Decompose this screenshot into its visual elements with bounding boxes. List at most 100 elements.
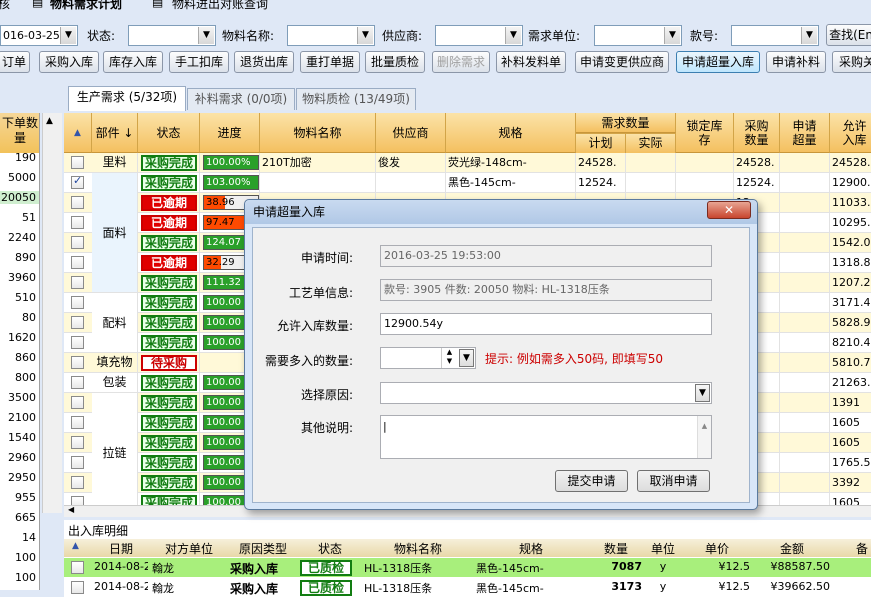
- chevron-down-icon[interactable]: ▼: [695, 384, 710, 402]
- note-textarea[interactable]: | ▲▼: [380, 415, 712, 459]
- select-all-header[interactable]: ▲: [64, 113, 92, 153]
- detail-row[interactable]: 2014-08-22 翰龙 采购入库 已质检 HL-1318压条 黑色-145cm- 317…: [64, 578, 871, 597]
- chevron-down-icon[interactable]: ▼: [198, 27, 214, 44]
- row-checkbox[interactable]: [71, 236, 84, 249]
- row-checkbox[interactable]: [71, 376, 84, 389]
- row-checkbox[interactable]: [71, 561, 84, 574]
- col-apply[interactable]: 申请超量: [780, 113, 830, 153]
- toolbar-button[interactable]: 删除需求: [432, 51, 490, 73]
- col-spec[interactable]: 规格: [446, 113, 576, 153]
- progress-text: 100.00: [206, 317, 241, 328]
- toolbar-button[interactable]: 采购入库: [39, 51, 99, 73]
- row-checkbox[interactable]: [71, 416, 84, 429]
- col-allow[interactable]: 允许入库: [830, 113, 871, 153]
- row-checkbox[interactable]: [71, 296, 84, 309]
- allow-cell: 10295.: [830, 213, 871, 232]
- chevron-down-icon[interactable]: ▼: [505, 27, 521, 44]
- row-checkbox[interactable]: [71, 276, 84, 289]
- toolbar-button[interactable]: 手工扣库: [169, 51, 229, 73]
- extra-qty-stepper[interactable]: ▲ ▼ ▼: [380, 347, 476, 369]
- row-checkbox[interactable]: [71, 581, 84, 594]
- detail-col-header[interactable]: 物料名称: [362, 540, 474, 557]
- table-row[interactable]: 里料 采购完成 100.00% 210T加密 俊发 荧光绿-148cm- 24528. 245…: [64, 153, 871, 173]
- col-status[interactable]: 状态: [138, 113, 200, 153]
- row-checkbox[interactable]: [71, 256, 84, 269]
- row-checkbox[interactable]: [71, 196, 84, 209]
- chevron-down-icon[interactable]: ▼: [664, 27, 680, 44]
- row-checkbox[interactable]: [71, 336, 84, 349]
- tab-quality-check[interactable]: 物料质检 (13/49项): [296, 88, 416, 110]
- row-checkbox[interactable]: [71, 396, 84, 409]
- toolbar-button[interactable]: 申请补料: [766, 51, 826, 73]
- unit-select[interactable]: ▼: [594, 25, 682, 46]
- row-checkbox[interactable]: [71, 456, 84, 469]
- row-checkbox[interactable]: [71, 156, 84, 169]
- col-part[interactable]: 部件 ↓: [92, 113, 138, 153]
- row-checkbox[interactable]: [71, 436, 84, 449]
- chevron-down-icon[interactable]: ▼: [459, 349, 474, 367]
- vertical-scrollbar[interactable]: ▲: [42, 113, 62, 513]
- supplier-select[interactable]: ▼: [435, 25, 523, 46]
- scroll-left-icon[interactable]: ◀: [68, 505, 74, 514]
- col-supplier[interactable]: 供应商: [376, 113, 446, 153]
- toolbar-button[interactable]: 订单: [0, 51, 30, 73]
- toolbar-button[interactable]: 库存入库: [103, 51, 163, 73]
- material-select[interactable]: ▼: [287, 25, 375, 46]
- detail-col-header[interactable]: 数量: [588, 540, 644, 557]
- toolbar-button[interactable]: 补料发料单: [496, 51, 566, 73]
- scroll-up-icon[interactable]: ▲: [46, 116, 53, 126]
- submit-button[interactable]: 提交申请: [555, 470, 628, 492]
- search-button[interactable]: 查找(En: [826, 24, 871, 46]
- tab-partial[interactable]: 核: [0, 0, 10, 10]
- tab-reconcile[interactable]: 物料进出对账查询: [172, 0, 268, 10]
- cancel-button[interactable]: 取消申请: [637, 470, 710, 492]
- col-lock[interactable]: 锁定库存: [676, 113, 734, 153]
- row-checkbox[interactable]: [71, 356, 84, 369]
- tab-supplement-demand[interactable]: 补料需求 (0/0项): [187, 88, 295, 110]
- row-checkbox[interactable]: [71, 216, 84, 229]
- col-material[interactable]: 物料名称: [260, 113, 376, 153]
- toolbar-button[interactable]: 采购关: [832, 51, 871, 73]
- date-picker[interactable]: 016-03-25 ▼: [0, 25, 78, 46]
- row-checkbox[interactable]: [71, 316, 84, 329]
- col-purchase[interactable]: 采购数量: [734, 113, 780, 153]
- detail-col-header[interactable]: 状态: [298, 540, 362, 557]
- row-checkbox[interactable]: [71, 476, 84, 489]
- toolbar-button[interactable]: 退货出库: [234, 51, 294, 73]
- detail-row[interactable]: 2014-08-21 翰龙 采购入库 已质检 HL-1318压条 黑色-145cm- 708…: [64, 558, 871, 577]
- detail-col-header[interactable]: 单价: [682, 540, 752, 557]
- chevron-down-icon[interactable]: ▼: [357, 27, 373, 44]
- detail-col-header[interactable]: 金额: [752, 540, 832, 557]
- part-group-cell: 配料: [92, 293, 138, 353]
- detail-col-header[interactable]: 日期: [92, 540, 150, 557]
- stepper-arrows-icon[interactable]: ▲ ▼: [441, 348, 457, 368]
- tab-material-plan[interactable]: 物料需求计划: [50, 0, 122, 10]
- close-button[interactable]: ✕: [707, 201, 751, 219]
- style-select[interactable]: ▼: [731, 25, 819, 46]
- col-progress[interactable]: 进度: [200, 113, 260, 153]
- status-select[interactable]: ▼: [128, 25, 216, 46]
- detail-col-header[interactable]: 规格: [474, 540, 588, 557]
- detail-col-header[interactable]: 单位: [644, 540, 682, 557]
- row-checkbox[interactable]: [71, 174, 84, 189]
- toolbar-button[interactable]: 申请变更供应商: [575, 51, 669, 73]
- reason-select[interactable]: ▼: [380, 382, 712, 404]
- detail-col-header[interactable]: 原因类型: [228, 540, 298, 557]
- col-demand[interactable]: 需求数量: [576, 113, 676, 133]
- note-scrollbar[interactable]: ▲▼: [697, 416, 711, 458]
- chevron-down-icon[interactable]: ▼: [801, 27, 817, 44]
- col-actual[interactable]: 实际: [626, 133, 676, 153]
- progress-text: 111.32: [206, 277, 241, 288]
- status-cell: 采购完成: [138, 173, 200, 192]
- toolbar-button[interactable]: 批量质检: [365, 51, 425, 73]
- chevron-down-icon[interactable]: ▼: [60, 27, 76, 44]
- col-plan[interactable]: 计划: [576, 133, 626, 153]
- allow-qty-field[interactable]: 12900.54y: [380, 313, 712, 335]
- tab-production-demand[interactable]: 生产需求 (5/32项): [68, 86, 186, 111]
- toolbar-button[interactable]: 申请超量入库: [676, 51, 760, 73]
- table-row[interactable]: 采购完成103.00%黑色-145cm-12524.12524.12900.: [64, 173, 871, 193]
- detail-col-header[interactable]: 对方单位: [150, 540, 228, 557]
- progress-text: 97.47: [206, 217, 235, 228]
- detail-col-header[interactable]: 备: [832, 540, 871, 557]
- toolbar-button[interactable]: 重打单据: [300, 51, 360, 73]
